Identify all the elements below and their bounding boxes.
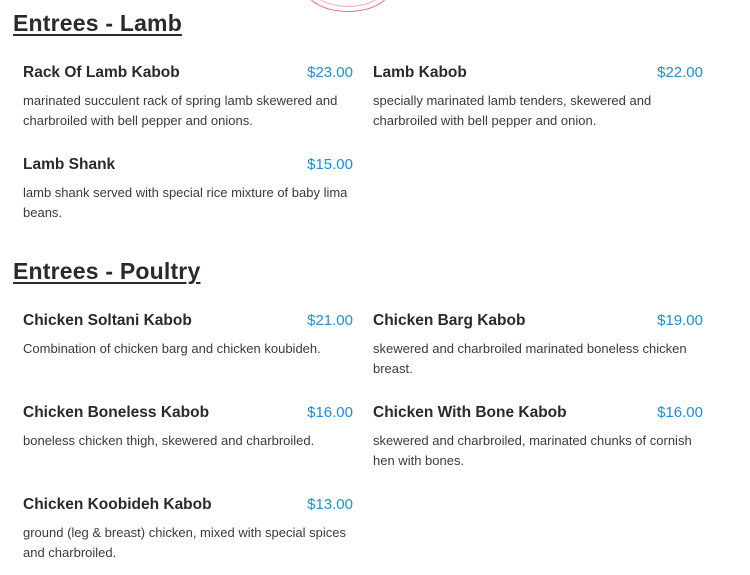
menu-item-description: skewered and charbroiled marinated bonel…: [373, 341, 687, 376]
menu-item[interactable]: Lamb Kabob $22.00 specially marinated la…: [373, 64, 703, 131]
menu-item[interactable]: Chicken Soltani Kabob $21.00 Combination…: [23, 312, 353, 359]
menu-item-description: Combination of chicken barg and chicken …: [23, 341, 321, 356]
menu-item-price: $22.00: [657, 64, 703, 81]
menu-item-description: ground (leg & breast) chicken, mixed wit…: [23, 525, 346, 560]
menu-item-name: Chicken Soltani Kabob: [23, 312, 192, 329]
menu-item-price: $19.00: [657, 312, 703, 329]
menu-item-name: Chicken Boneless Kabob: [23, 404, 210, 421]
section-title-lamb: Entrees - Lamb: [13, 10, 182, 36]
menu-item-price: $21.00: [307, 312, 353, 329]
menu-item[interactable]: Chicken Barg Kabob $19.00 skewered and c…: [373, 312, 703, 379]
menu-item-name: Chicken Koobideh Kabob: [23, 496, 212, 513]
menu-item-description: skewered and charbroiled, marinated chun…: [373, 433, 692, 468]
section-title-poultry: Entrees - Poultry: [13, 258, 201, 284]
menu-item-description: lamb shank served with special rice mixt…: [23, 185, 348, 220]
menu-item-description: marinated succulent rack of spring lamb …: [23, 93, 338, 128]
menu-item-name: Chicken Barg Kabob: [373, 312, 526, 329]
menu-item-price: $16.00: [307, 404, 353, 421]
menu-item-price: $13.00: [307, 496, 353, 513]
menu-item-description: specially marinated lamb tenders, skewer…: [373, 93, 652, 128]
menu-item[interactable]: Lamb Shank $15.00 lamb shank served with…: [23, 156, 353, 223]
menu-item[interactable]: Chicken Koobideh Kabob $13.00 ground (le…: [23, 496, 353, 563]
menu-item[interactable]: Rack Of Lamb Kabob $23.00 marinated succ…: [23, 64, 353, 131]
menu-item-price: $15.00: [307, 156, 353, 173]
menu-item[interactable]: Chicken With Bone Kabob $16.00 skewered …: [373, 404, 703, 471]
menu-item[interactable]: Chicken Boneless Kabob $16.00 boneless c…: [23, 404, 353, 451]
menu-item-price: $23.00: [307, 64, 353, 81]
menu-item-name: Lamb Shank: [23, 156, 116, 173]
menu-item-name: Lamb Kabob: [373, 64, 467, 81]
menu-item-name: Chicken With Bone Kabob: [373, 404, 567, 421]
menu-item-price: $16.00: [657, 404, 703, 421]
menu-item-name: Rack Of Lamb Kabob: [23, 64, 180, 81]
restaurant-logo-fragment: [305, 0, 391, 12]
menu-item-description: boneless chicken thigh, skewered and cha…: [23, 433, 315, 448]
